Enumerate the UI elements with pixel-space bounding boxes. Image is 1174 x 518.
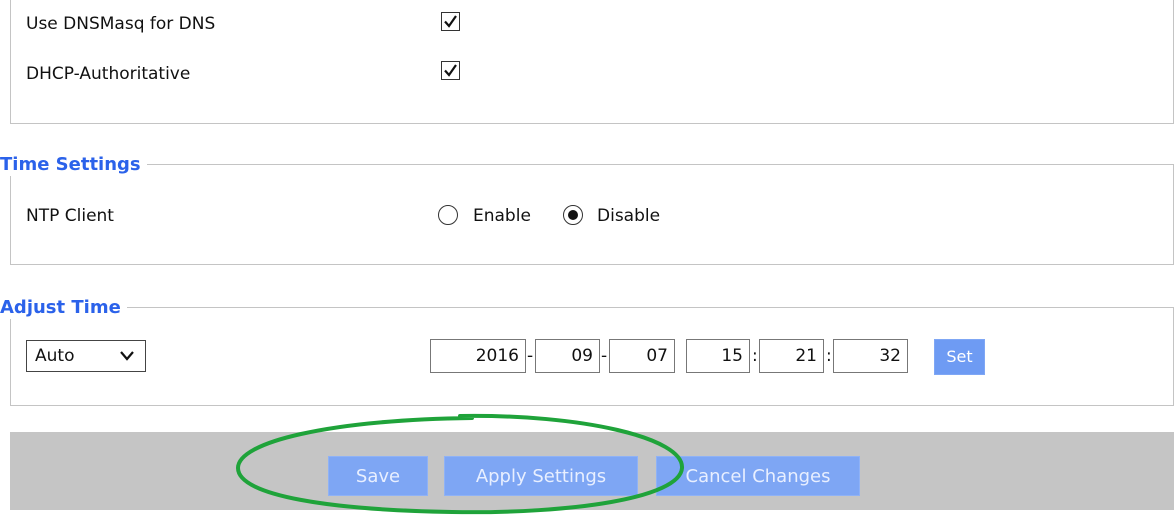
dhcp-authoritative-checkbox[interactable] (441, 61, 460, 80)
check-icon (444, 64, 457, 77)
time-mode-value: Auto (35, 346, 75, 366)
dnsmasq-label: Use DNSMasq for DNS (26, 14, 216, 34)
day-field[interactable]: 07 (609, 339, 675, 373)
ntp-client-label: NTP Client (26, 206, 114, 226)
year-field[interactable]: 2016 (430, 339, 526, 373)
dhcp-authoritative-label: DHCP-Authoritative (26, 64, 191, 84)
time-settings-box (10, 164, 1174, 265)
ntp-enable-radio[interactable] (438, 205, 458, 225)
hour-field[interactable]: 15 (686, 339, 750, 373)
time-separator: : (752, 346, 758, 366)
date-separator: - (527, 346, 534, 366)
time-mode-select[interactable]: Auto (26, 340, 146, 372)
chevron-down-icon (120, 351, 134, 361)
apply-settings-button[interactable]: Apply Settings (444, 456, 638, 496)
save-button[interactable]: Save (328, 456, 428, 496)
check-icon (444, 15, 457, 28)
ntp-enable-label[interactable]: Enable (473, 205, 531, 227)
time-separator: : (826, 346, 832, 366)
second-field[interactable]: 32 (833, 339, 908, 373)
date-separator: - (601, 346, 608, 366)
month-field[interactable]: 09 (535, 339, 600, 373)
footer-button-bar: Save Apply Settings Cancel Changes (10, 432, 1174, 510)
adjust-time-legend: Adjust Time (0, 297, 127, 319)
set-time-button[interactable]: Set (934, 339, 985, 375)
ntp-disable-radio[interactable] (563, 205, 583, 225)
radio-selected-dot (568, 210, 578, 220)
dnsmasq-checkbox[interactable] (441, 12, 460, 31)
time-settings-legend: Time Settings (0, 154, 147, 176)
cancel-changes-button[interactable]: Cancel Changes (656, 456, 860, 496)
ntp-disable-label[interactable]: Disable (597, 205, 660, 227)
minute-field[interactable]: 21 (759, 339, 824, 373)
